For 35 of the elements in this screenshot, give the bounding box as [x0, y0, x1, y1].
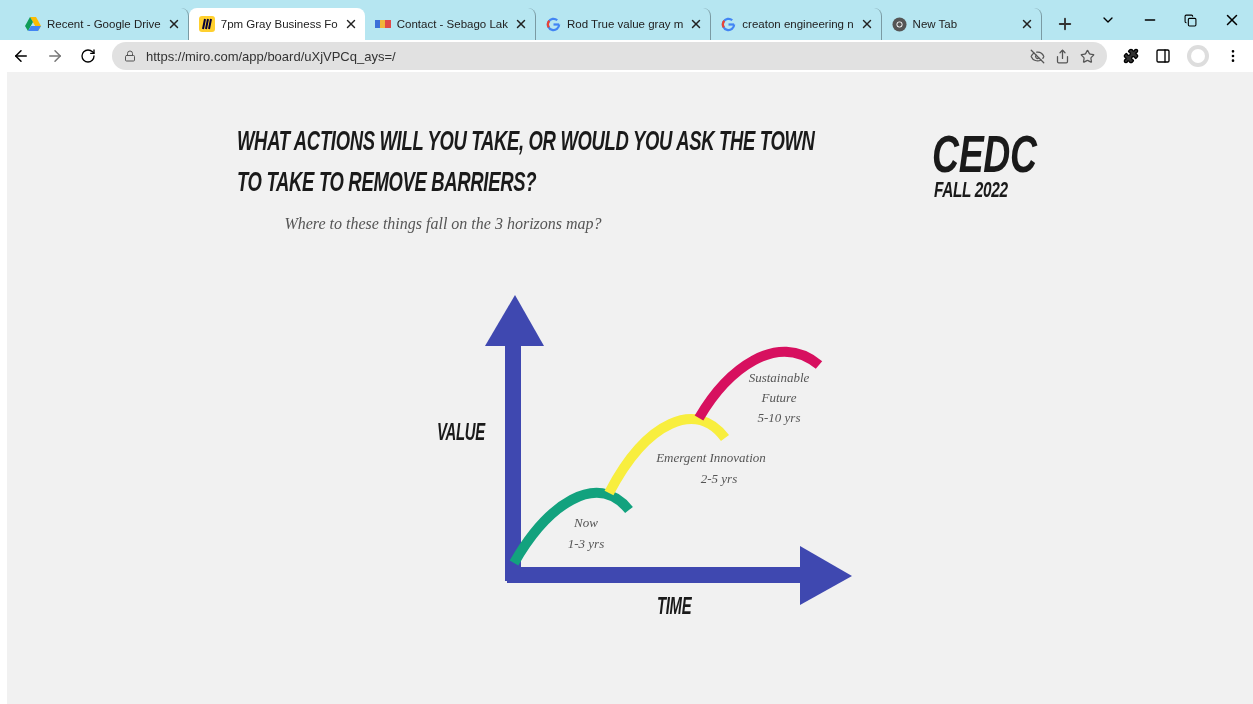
axis-label: TIME	[657, 593, 692, 620]
browser-tab[interactable]: Contact - Sebago Lak	[364, 8, 536, 40]
reload-icon[interactable]	[80, 48, 96, 64]
side-panel-icon[interactable]	[1155, 48, 1171, 64]
board-subtitle: Where to these things fall on the 3 horizons map?	[284, 214, 602, 235]
lock-icon	[124, 50, 136, 62]
address-bar[interactable]: https://miro.com/app/board/uXjVPCq_ays=/	[112, 42, 1107, 70]
drive-icon	[25, 17, 41, 31]
colorful-icon	[374, 18, 391, 30]
horizon-name: Sustainable Future	[747, 369, 811, 407]
axis-label: VALUE	[437, 419, 485, 446]
browser-tab[interactable]: New Tab	[881, 8, 1042, 40]
horizon-name: Emergent Innovation	[656, 449, 766, 467]
browser-tab[interactable]: Recent - Google Drive	[15, 8, 189, 40]
board-title: WHAT ACTIONS WILL YOU TAKE, OR WOULD YOU ASK THE TOWN	[237, 126, 815, 157]
board-title: TO TAKE TO REMOVE BARRIERS?	[237, 167, 537, 198]
horizon-span: 1-3 yrs	[567, 535, 605, 553]
forward-icon[interactable]	[46, 47, 64, 65]
google-icon	[721, 16, 737, 32]
google-icon	[546, 16, 561, 32]
extensions-icon[interactable]	[1123, 48, 1139, 64]
horizon-name: Now	[574, 514, 598, 532]
horizon-span: 2-5 yrs	[700, 470, 738, 488]
browser-tab[interactable]: creaton engineering n	[711, 8, 882, 40]
browser-tab[interactable]: Rod True value gray m	[536, 8, 712, 40]
browser-tab[interactable]: 7pm Gray Business Fo	[188, 8, 365, 40]
horizon-span: 5-10 yrs	[757, 409, 801, 427]
star-icon[interactable]	[1080, 48, 1095, 64]
back-icon[interactable]	[12, 47, 30, 65]
restore-icon[interactable]	[1184, 13, 1197, 27]
eye-off-icon[interactable]	[1030, 48, 1045, 64]
close-icon[interactable]	[514, 17, 528, 31]
share-icon[interactable]	[1055, 48, 1070, 64]
miro-icon	[198, 16, 215, 32]
chrome-icon	[891, 16, 907, 32]
